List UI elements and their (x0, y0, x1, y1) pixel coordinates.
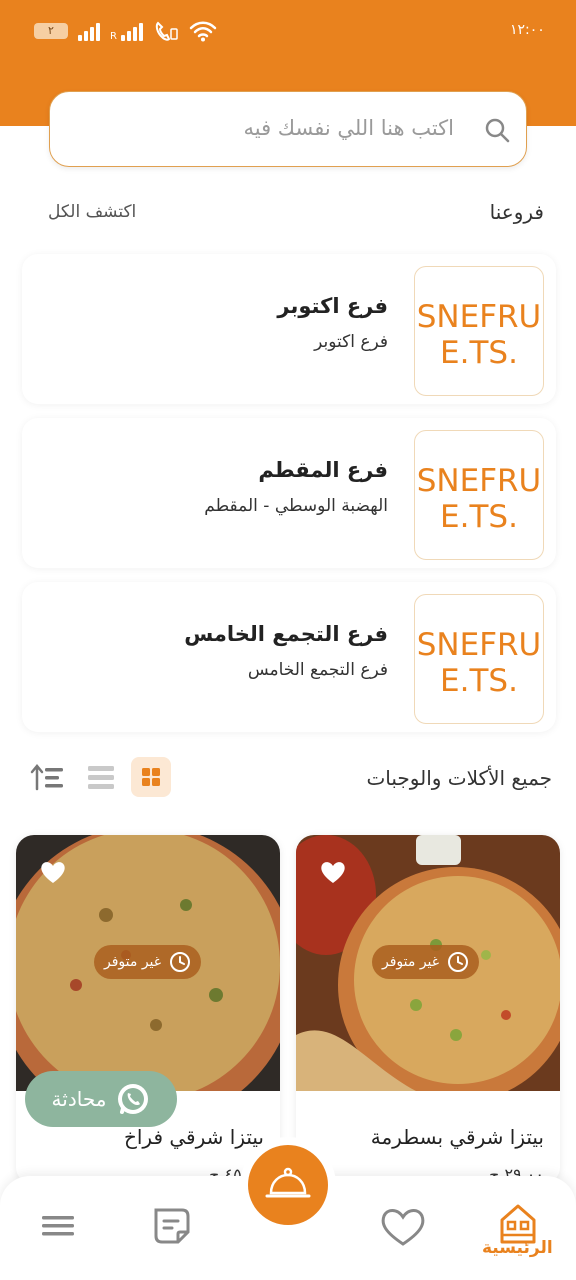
grid-view-button[interactable] (131, 757, 171, 797)
branch-card-october[interactable]: SNEFRU E.TS. فرع اكتوبر فرع اكتوبر (22, 254, 556, 404)
cart-button[interactable] (248, 1145, 328, 1225)
grid-icon (142, 768, 160, 786)
branch-name: فرع اكتوبر (277, 294, 388, 318)
orders-icon[interactable] (142, 1196, 202, 1256)
search-input[interactable]: اكتب هنا اللي نفسك فيه (49, 91, 527, 167)
clock-icon (448, 952, 469, 972)
product-name: بيتزا شرقي فراخ (123, 1125, 264, 1149)
serving-dish-icon (265, 1167, 311, 1198)
roaming-label: R (110, 31, 117, 42)
product-card[interactable]: غير متوفر بيتزا شرقي فراخ ٤٥.٠٠ ج (16, 835, 280, 1185)
branch-name: فرع التجمع الخامس (184, 622, 388, 646)
list-icon (88, 766, 114, 789)
branch-logo: SNEFRU E.TS. (414, 594, 544, 724)
status-icons: ٢ R (34, 20, 217, 42)
branch-address: فرع التجمع الخامس (247, 660, 388, 680)
branch-logo: SNEFRU E.TS. (414, 430, 544, 560)
menu-icon[interactable] (28, 1196, 88, 1256)
sort-button[interactable] (28, 757, 68, 797)
clock-icon (170, 952, 191, 972)
favorites-icon[interactable] (373, 1196, 433, 1256)
battery-icon: ٢ (34, 23, 68, 39)
favorite-heart-icon[interactable] (38, 857, 68, 887)
favorite-heart-icon[interactable] (318, 857, 348, 887)
branches-title: فروعنا (489, 200, 544, 224)
availability-badge: غير متوفر (372, 945, 480, 979)
branch-card-fifth-settlement[interactable]: SNEFRU E.TS. فرع التجمع الخامس فرع التجم… (22, 582, 556, 732)
whatsapp-icon (118, 1084, 149, 1114)
meals-title: جميع الأكلات والوجبات (366, 766, 552, 790)
chat-label: محادثة (51, 1087, 107, 1111)
branch-name: فرع المقطم (258, 458, 388, 482)
product-name: بيتزا شرقي بسطرمة (370, 1125, 544, 1149)
branch-address: الهضبة الوسطي - المقطم (204, 496, 388, 516)
sort-icon (30, 764, 63, 791)
wifi-icon (189, 21, 217, 42)
status-time: ١٢:٠٠ (510, 22, 545, 38)
whatsapp-chat-button[interactable]: محادثة (25, 1071, 177, 1127)
wifi-call-icon (155, 21, 178, 41)
branch-logo: SNEFRU E.TS. (414, 266, 544, 396)
search-placeholder: اكتب هنا اللي نفسك فيه (243, 116, 454, 140)
signal-icon-2 (120, 21, 143, 41)
branch-card-mokattam[interactable]: SNEFRU E.TS. فرع المقطم الهضبة الوسطي - … (22, 418, 556, 568)
list-view-button[interactable] (81, 757, 121, 797)
availability-badge: غير متوفر (94, 945, 202, 979)
home-label: الرئيسية (482, 1238, 553, 1258)
see-all-link[interactable]: اكتشف الكل (48, 202, 136, 222)
status-bar: ٢ R ١٢:٠٠ (0, 0, 576, 66)
signal-icon (78, 21, 100, 41)
search-icon (485, 118, 510, 143)
product-card[interactable]: غير متوفر بيتزا شرقي بسطرمة ٢٩.٠٠ ج (296, 835, 560, 1185)
branch-address: فرع اكتوبر (314, 332, 388, 352)
